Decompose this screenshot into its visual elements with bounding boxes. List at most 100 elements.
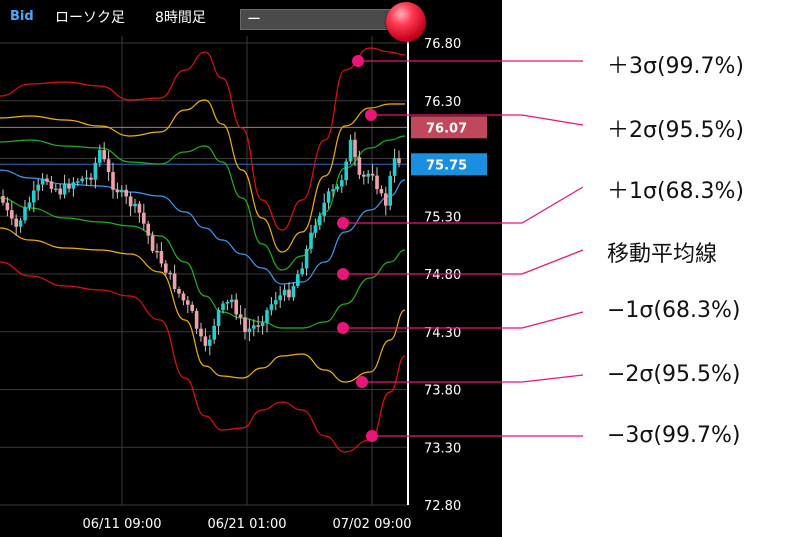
annotation-dot <box>337 268 349 280</box>
band-upper3 <box>0 47 406 231</box>
candle-body <box>164 263 168 273</box>
candle-body <box>128 196 133 207</box>
candle-body <box>177 289 181 294</box>
annotation-label: ＋3σ(99.7%) <box>607 54 744 79</box>
candle-body <box>247 328 252 332</box>
candle-body <box>353 139 357 158</box>
candle-body <box>45 178 49 182</box>
candle-body <box>32 190 36 203</box>
candle-body <box>49 181 54 189</box>
candle-body <box>282 289 287 296</box>
candle-body <box>326 191 331 203</box>
candle-body <box>190 304 194 311</box>
candle-body <box>168 272 172 275</box>
candle-body <box>370 173 375 176</box>
candle-body <box>14 218 18 227</box>
candle-body <box>27 202 32 208</box>
annotation-connector <box>362 374 584 383</box>
candle-body <box>309 232 313 249</box>
y-tick-label: 72.80 <box>424 499 461 514</box>
candle-body <box>155 250 159 253</box>
candle-body <box>291 285 296 298</box>
annotation-dot <box>365 109 377 121</box>
band-upper1 <box>0 135 406 271</box>
candle-body <box>265 310 269 323</box>
candle-body <box>296 274 300 286</box>
candle-body <box>146 223 150 236</box>
candle-body <box>76 181 80 183</box>
candle-body <box>58 188 62 195</box>
candle-body <box>234 299 238 315</box>
candle-body <box>322 202 326 216</box>
candle-body <box>379 189 384 194</box>
y-tick-label: 74.80 <box>424 268 461 283</box>
candle-body <box>225 301 230 304</box>
x-tick-label: 07/02 09:00 <box>332 517 411 532</box>
candle-body <box>313 225 318 233</box>
indicator-selector[interactable]: ー <box>240 9 398 30</box>
y-tick-label: 73.30 <box>424 441 461 456</box>
x-tick-label: 06/21 01:00 <box>207 517 286 532</box>
annotation-label: ＋2σ(95.5%) <box>607 118 744 143</box>
candle-body <box>208 339 212 346</box>
candle-body <box>230 299 234 302</box>
candle-body <box>274 300 278 305</box>
candle-body <box>269 304 274 311</box>
candle-body <box>221 303 225 311</box>
candle-body <box>318 215 322 226</box>
candle-body <box>120 189 124 193</box>
price-side-label[interactable]: Bid <box>10 9 34 24</box>
band-upper2 <box>0 99 405 253</box>
candle-body <box>348 139 353 162</box>
price-tag-label: 76.07 <box>426 121 467 136</box>
annotation-label: 移動平均線 <box>607 242 718 267</box>
y-tick-label: 76.80 <box>424 37 461 52</box>
annotation-dot <box>356 376 368 388</box>
candle-body <box>186 300 190 305</box>
candle-body <box>362 174 366 177</box>
annotation-label: ＋1σ(68.3%) <box>607 179 744 204</box>
candle-body <box>115 189 120 193</box>
candle-body <box>287 289 291 298</box>
candle-body <box>142 212 146 224</box>
candle-body <box>23 207 27 221</box>
annotation-connector <box>343 249 584 275</box>
candle-body <box>150 235 155 251</box>
candle-body <box>1 196 5 203</box>
candle-body <box>181 293 186 301</box>
candle-body <box>137 203 142 213</box>
annotation-label: −1σ(68.3%) <box>607 298 741 323</box>
candle-body <box>54 188 58 191</box>
band-lower3 <box>0 261 406 453</box>
candle-body <box>80 178 84 182</box>
candle-body <box>212 325 216 340</box>
candle-body <box>331 189 335 192</box>
candle-body <box>67 184 71 189</box>
period-label[interactable]: 8時間足 <box>155 7 206 27</box>
candle-body <box>344 161 348 181</box>
chart-type-label[interactable]: ローソク足 <box>55 7 125 27</box>
annotation-connector <box>343 311 584 329</box>
candle-body <box>133 203 137 207</box>
candle-body <box>357 157 362 175</box>
candle-body <box>5 202 10 211</box>
candle-body <box>40 178 45 185</box>
candle-body <box>384 193 388 206</box>
candle-body <box>304 248 309 269</box>
annotation-dot <box>337 322 349 334</box>
band-lower2 <box>0 227 406 383</box>
candle-body <box>111 172 115 190</box>
annotation-dot <box>352 55 364 67</box>
candle-body <box>84 177 89 180</box>
candle-body <box>366 173 370 177</box>
candle-body <box>124 189 128 197</box>
candle-body <box>18 220 23 227</box>
red-knob-button[interactable] <box>386 2 426 42</box>
candle-body <box>159 251 164 264</box>
chart-svg[interactable]: 76.8076.3075.8075.3074.8074.3073.8073.30… <box>0 0 794 537</box>
candle-body <box>300 268 304 275</box>
candle-body <box>243 317 247 332</box>
candle-body <box>199 328 203 337</box>
annotation-label: −2σ(95.5%) <box>607 362 741 387</box>
y-tick-label: 76.30 <box>424 95 461 110</box>
